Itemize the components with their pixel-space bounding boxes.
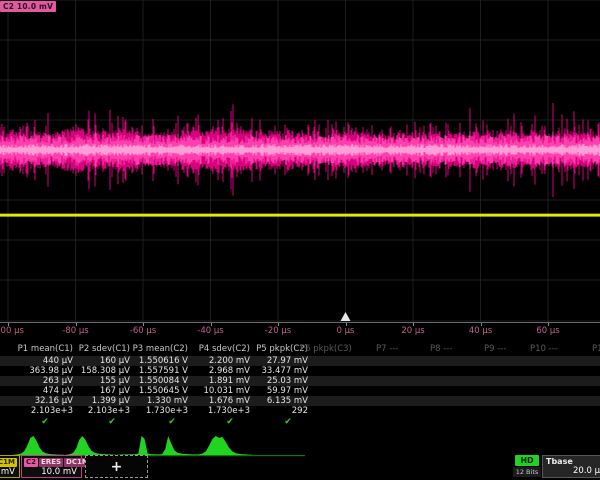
plus-icon: + [111, 460, 123, 474]
measure-value-cell: 27.97 mV [236, 356, 308, 366]
axis-tick-label: 20 µs [401, 326, 424, 336]
measure-status-check-icon: ✔ [165, 417, 179, 427]
hd-mode-badge[interactable]: HD [515, 455, 539, 466]
measure-status-check-icon: ✔ [281, 417, 295, 427]
c1-volts-per-div: 10.0 mV [0, 467, 19, 478]
histicon-p2[interactable] [64, 436, 116, 455]
axis-tick-label: -80 µs [62, 326, 88, 336]
axis-tick-label: -40 µs [197, 326, 223, 336]
measure-param-header-disabled[interactable]: P7 --- [376, 344, 398, 354]
axis-tick-label: -100 µs [0, 326, 24, 336]
axis-tick-label: 0 µs [337, 326, 355, 336]
measure-value-cell: 59.97 mV [236, 386, 308, 396]
measure-value-cell: 292 [236, 406, 308, 416]
measure-param-header-disabled[interactable]: P8 --- [430, 344, 452, 354]
histicon-p4[interactable] [156, 436, 208, 455]
measure-param-header-disabled[interactable]: P9 --- [484, 344, 506, 354]
c2-label-badge: C2 [24, 458, 38, 467]
c1-coupling-badge: DC1M [0, 458, 17, 467]
timebase-label: Tbase [543, 456, 600, 466]
measure-param-header-disabled[interactable]: P6 pkpk(C3) [300, 344, 352, 354]
measure-value-cell: 33.477 mV [236, 366, 308, 376]
axis-tick-label: 60 µs [536, 326, 559, 336]
c2-eres-badge: ERES [39, 458, 63, 467]
hd-bits-label: 12 Bits [513, 467, 541, 477]
histicon-p3[interactable] [117, 436, 169, 455]
waveform-area[interactable] [0, 0, 600, 322]
timebase-descriptor[interactable]: Tbase 20.0 µs/div [542, 455, 600, 478]
measure-param-header-disabled[interactable]: P11 [592, 344, 600, 354]
oscilloscope-screen: C2 10.0 mV -100 µs -80 µs -60 µs -40 µs -20 … [0, 0, 600, 480]
histicon-p1[interactable] [12, 436, 64, 455]
channel-c1-descriptor[interactable]: DC1M 10.0 mV [0, 455, 20, 478]
channel-c2-descriptor[interactable]: C2 ERES DC1M 10.0 mV [21, 455, 82, 478]
axis-tick-label: 40 µs [469, 326, 492, 336]
waveform-plot[interactable] [0, 0, 600, 322]
measure-table: P1 mean(C1)P2 sdev(C1)P3 mean(C2)P4 sdev… [0, 342, 600, 434]
descriptor-bar: DC1M 10.0 mV C2 ERES DC1M 10.0 mV + HD 1… [0, 454, 600, 480]
timebase-value: 20.0 µs/div [543, 466, 600, 477]
add-trace-button[interactable]: + [85, 455, 148, 478]
measure-param-header-disabled[interactable]: P10 --- [530, 344, 558, 354]
trigger-position-marker[interactable] [341, 312, 351, 321]
measure-value-cell: 6.135 mV [236, 396, 308, 406]
measure-value-cell: 25.03 mV [236, 376, 308, 386]
measure-status-check-icon: ✔ [223, 417, 237, 427]
measure-param-header[interactable]: P5 pkpk(C2) [236, 344, 308, 354]
measure-status-check-icon: ✔ [105, 417, 119, 427]
axis-tick-label: -20 µs [265, 326, 291, 336]
measure-status-check-icon: ✔ [38, 417, 52, 427]
time-axis: -100 µs -80 µs -60 µs -40 µs -20 µs 0 µs 20 µs… [0, 322, 600, 339]
axis-tick-label: -60 µs [130, 326, 156, 336]
histicon-p5[interactable] [196, 436, 252, 455]
selected-trace-badge: C2 10.0 mV [0, 1, 56, 12]
c2-volts-per-div: 10.0 mV [22, 467, 81, 478]
